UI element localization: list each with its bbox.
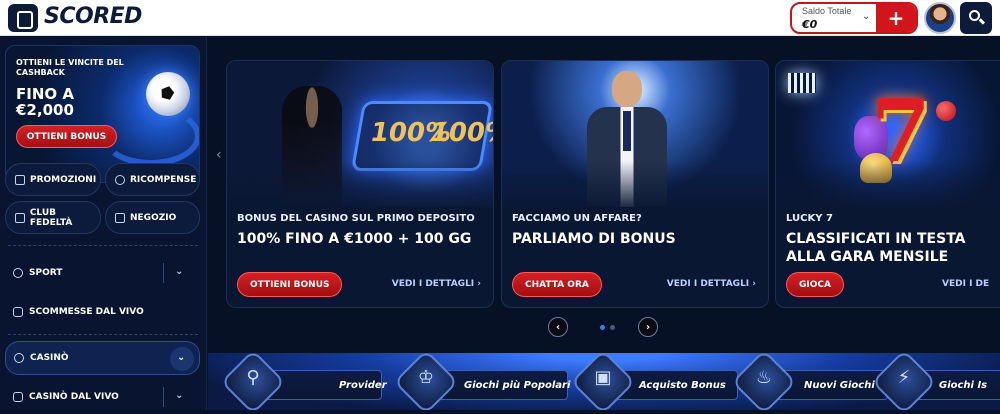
- chip-club-fedelta[interactable]: CLUB FEDELTÀ: [5, 201, 101, 234]
- bell-icon: ♨: [755, 367, 773, 388]
- chip-label: RICOMPENSE: [130, 174, 197, 185]
- promo-amount: €2,000: [16, 101, 74, 119]
- chat-now-button[interactable]: CHATTA ORA: [512, 272, 602, 297]
- details-link[interactable]: VEDI I DETTAGLI ›: [667, 279, 756, 289]
- gift-icon: [15, 174, 25, 185]
- carousel-dot-active[interactable]: [600, 325, 605, 330]
- soccer-ball-icon: [146, 72, 190, 116]
- sidebar-item-label: CASINÒ: [30, 353, 69, 363]
- carousel-prev-button[interactable]: ‹: [548, 317, 568, 337]
- avatar[interactable]: [924, 2, 956, 34]
- trophy-icon: [115, 174, 125, 185]
- deposit-button[interactable]: +: [876, 4, 916, 32]
- promo-card-lucky7[interactable]: 7 LUCKY 7 CLASSIFICATI IN TESTA ALLA GAR…: [775, 60, 1000, 308]
- chevron-down-icon[interactable]: ⌄: [175, 390, 183, 401]
- card-title: PARLIAMO DI BONUS: [512, 231, 676, 247]
- carousel-next-button[interactable]: ›: [638, 317, 658, 337]
- card-title: 100% FINO A €1000 + 100 GG: [237, 231, 472, 247]
- magnifier-icon: ⚲: [246, 367, 260, 388]
- card-subtitle: LUCKY 7: [786, 213, 833, 224]
- chip-ricompense[interactable]: RICOMPENSE: [105, 163, 200, 196]
- play-button[interactable]: GIOCA: [786, 272, 844, 297]
- cards-icon: [13, 392, 23, 402]
- chip-promozioni[interactable]: PROMOZIONI: [5, 163, 101, 196]
- chip-label: CLUB FEDELTÀ: [29, 207, 73, 228]
- chip-negozio[interactable]: NEGOZIO: [105, 201, 200, 234]
- chevron-left-icon[interactable]: ‹: [216, 147, 226, 177]
- crown-icon: ♔: [417, 367, 435, 388]
- logo-icon[interactable]: [8, 4, 38, 32]
- divider: [8, 334, 198, 335]
- shop-icon: [115, 212, 125, 223]
- logo-text[interactable]: SCORED: [44, 4, 142, 29]
- card-title: CLASSIFICATI IN TESTA ALLA GARA MENSILE: [786, 231, 966, 265]
- carousel-dot[interactable]: [610, 325, 615, 330]
- wallet-label: Saldo Totale: [802, 6, 852, 16]
- chevron-down-icon[interactable]: ⌄: [862, 11, 870, 22]
- sidebar-item-label: SPORT: [29, 268, 63, 278]
- chevron-down-icon[interactable]: ⌄: [170, 347, 194, 371]
- details-link[interactable]: VEDI I DE: [942, 279, 989, 289]
- live-signal-icon: [13, 307, 23, 317]
- card-subtitle: BONUS DEL CASINO SUL PRIMO DEPOSITO: [237, 213, 475, 224]
- get-bonus-button[interactable]: OTTIENI BONUS: [16, 125, 117, 148]
- promo-amount-prefix: FINO A: [16, 85, 74, 103]
- get-bonus-button[interactable]: OTTIENI BONUS: [237, 272, 343, 297]
- chip-label: PROMOZIONI: [30, 174, 97, 185]
- sidebar-item-sport[interactable]: SPORT ⌄: [5, 256, 200, 290]
- sidebar-item-label: SCOMMESSE DAL VIVO: [29, 307, 144, 317]
- promo-card-chat[interactable]: FACCIAMO UN AFFARE? PARLIAMO DI BONUS CH…: [501, 60, 769, 308]
- sidebar-item-live-casino[interactable]: CASINÒ DAL VIVO ⌄: [5, 380, 200, 414]
- card-subtitle: FACCIAMO UN AFFARE?: [512, 213, 642, 224]
- soccer-ball-icon: [13, 268, 23, 278]
- crown-icon: [15, 212, 25, 223]
- sidebar-item-live-betting[interactable]: SCOMMESSE DAL VIVO: [5, 295, 200, 329]
- wallet-balance[interactable]: Saldo Totale €0 ⌄ +: [790, 2, 918, 34]
- promo-card-casino-bonus[interactable]: 100% 100% BONUS DEL CASINO SUL PRIMO DEP…: [226, 60, 494, 308]
- chevron-down-icon[interactable]: ⌄: [175, 266, 183, 277]
- search-button[interactable]: [960, 2, 992, 34]
- top-header: SCORED Saldo Totale €0 ⌄ +: [0, 0, 1000, 36]
- gift-box-icon: ▣: [594, 367, 612, 388]
- lightning-icon: ⚡: [897, 367, 911, 388]
- main-content: ‹ 100% 100% BONUS DEL CASINO SUL PRIMO D…: [208, 37, 1000, 410]
- details-link[interactable]: VEDI I DETTAGLI ›: [392, 279, 481, 289]
- sidebar: OTTIENI LE VINCITE DEL CASHBACK FINO A €…: [0, 37, 207, 410]
- chip-label: NEGOZIO: [130, 212, 177, 223]
- wallet-amount: €0: [802, 18, 818, 31]
- sidebar-item-label: CASINÒ DAL VIVO: [29, 392, 119, 402]
- divider: [8, 245, 198, 246]
- sidebar-item-casino[interactable]: CASINÒ ⌄: [5, 341, 200, 375]
- spade-icon: [14, 353, 24, 363]
- promo-heading: OTTIENI LE VINCITE DEL CASHBACK: [16, 58, 124, 77]
